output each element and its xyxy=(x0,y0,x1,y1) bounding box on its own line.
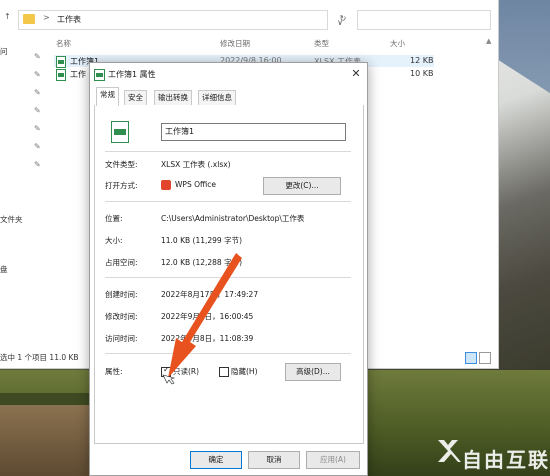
pin-icon: ✎ xyxy=(34,70,41,79)
readonly-checkbox[interactable]: ✓ xyxy=(161,365,171,377)
address-field[interactable]: > 工作表 ∨ xyxy=(18,10,343,30)
refresh-icon[interactable]: ↻ xyxy=(336,12,350,26)
divider xyxy=(105,201,351,202)
size-on-disk-label: 占用空间: xyxy=(105,258,138,267)
open-with-label: 打开方式: xyxy=(105,181,138,190)
nav-item-label[interactable]: 问 xyxy=(0,46,8,57)
location-label: 位置: xyxy=(105,214,123,223)
pin-icon: ✎ xyxy=(34,52,41,61)
size-value: 11.0 KB (11,299 字节) xyxy=(161,236,243,245)
file-name-field[interactable]: 工作簿1 xyxy=(161,123,346,141)
tab-details[interactable]: 详细信息 xyxy=(198,90,236,105)
hidden-checkbox[interactable] xyxy=(219,367,229,377)
change-button[interactable]: 更改(C)... xyxy=(263,177,341,195)
excel-file-icon xyxy=(56,56,66,68)
watermark-logo-icon xyxy=(438,440,461,462)
dialog-title-bar[interactable]: 工作簿1 属性 ✕ xyxy=(90,63,367,85)
file-name: 工作 xyxy=(70,70,86,79)
dialog-title: 工作簿1 属性 xyxy=(108,70,156,79)
location-value: C:\Users\Administrator\Desktop\工作表 xyxy=(161,214,305,223)
column-header-date[interactable]: 修改日期 xyxy=(220,38,250,49)
size-label: 大小: xyxy=(105,236,123,245)
folder-icon xyxy=(23,14,35,24)
pin-icon: ✎ xyxy=(34,160,41,169)
readonly-label[interactable]: 只读(R) xyxy=(173,366,199,377)
ok-button[interactable]: 确定 xyxy=(190,451,242,469)
size-on-disk-value: 12.0 KB (12,288 字节) xyxy=(161,258,243,267)
accessed-value: 2022年9月8日，11:08:39 xyxy=(161,334,254,343)
pin-icon: ✎ xyxy=(34,106,41,115)
column-header-type[interactable]: 类型 xyxy=(314,38,329,49)
pin-icon: ✎ xyxy=(34,88,41,97)
breadcrumb-separator: > xyxy=(43,13,50,22)
file-type-label: 文件类型: xyxy=(105,160,138,169)
tab-security[interactable]: 安全 xyxy=(124,90,147,105)
nav-item-label[interactable]: 盘 xyxy=(0,264,8,275)
up-arrow-icon[interactable]: ↑ xyxy=(4,12,11,21)
close-icon[interactable]: ✕ xyxy=(348,66,364,82)
created-label: 创建时间: xyxy=(105,290,138,299)
attributes-label: 属性: xyxy=(105,367,123,376)
open-with-value: WPS Office xyxy=(175,180,216,189)
watermark-text: 自由互联 xyxy=(462,448,550,472)
navigation-pane: 问 ✎ ✎ ✎ ✎ ✎ ✎ ✎ 文件夹 盘 xyxy=(0,40,50,350)
scroll-up-icon[interactable]: ▲ xyxy=(486,37,491,45)
column-header-size[interactable]: 大小 xyxy=(390,38,405,49)
pin-icon: ✎ xyxy=(34,124,41,133)
file-size: 12 KB xyxy=(410,56,434,65)
hidden-label[interactable]: 隐藏(H) xyxy=(231,366,258,377)
status-bar-text: 选中 1 个项目 11.0 KB xyxy=(0,353,79,362)
wps-office-icon xyxy=(161,180,171,190)
general-tab-panel: 工作簿1 文件类型: XLSX 工作表 (.xlsx) 打开方式: WPS Of… xyxy=(94,105,364,444)
file-type-value: XLSX 工作表 (.xlsx) xyxy=(161,160,231,169)
search-input[interactable] xyxy=(357,10,491,30)
apply-button[interactable]: 应用(A) xyxy=(306,451,360,469)
large-icons-view-icon[interactable] xyxy=(479,352,491,364)
cancel-button[interactable]: 取消 xyxy=(248,451,300,469)
tab-general[interactable]: 常规 xyxy=(96,87,119,106)
properties-dialog: 工作簿1 属性 ✕ 常规 安全 输出转换 详细信息 工作簿1 文件类型: XLS… xyxy=(89,62,368,476)
wooden-hut xyxy=(0,405,96,476)
excel-file-icon xyxy=(94,69,105,81)
created-value: 2022年8月17日，17:49:27 xyxy=(161,290,259,299)
nav-item-label[interactable]: 文件夹 xyxy=(0,214,23,225)
check-icon: ✓ xyxy=(163,365,170,374)
excel-file-icon xyxy=(56,69,66,81)
advanced-button[interactable]: 高级(D)... xyxy=(285,363,341,381)
breadcrumb-current-folder[interactable]: 工作表 xyxy=(57,14,81,25)
tab-output-conversion[interactable]: 输出转换 xyxy=(154,90,192,105)
tab-strip: 常规 安全 输出转换 详细信息 xyxy=(94,87,364,106)
divider xyxy=(105,353,351,354)
details-view-icon[interactable] xyxy=(465,352,477,364)
divider xyxy=(105,151,351,152)
divider xyxy=(105,277,351,278)
column-header-name[interactable]: 名称 xyxy=(56,38,71,49)
address-bar: ↑ > 工作表 ∨ ↻ xyxy=(0,7,498,31)
modified-value: 2022年9月8日，16:00:45 xyxy=(161,312,254,321)
file-size: 10 KB xyxy=(410,69,434,78)
accessed-label: 访问时间: xyxy=(105,334,138,343)
excel-file-large-icon xyxy=(111,121,129,143)
modified-label: 修改时间: xyxy=(105,312,138,321)
pin-icon: ✎ xyxy=(34,142,41,151)
